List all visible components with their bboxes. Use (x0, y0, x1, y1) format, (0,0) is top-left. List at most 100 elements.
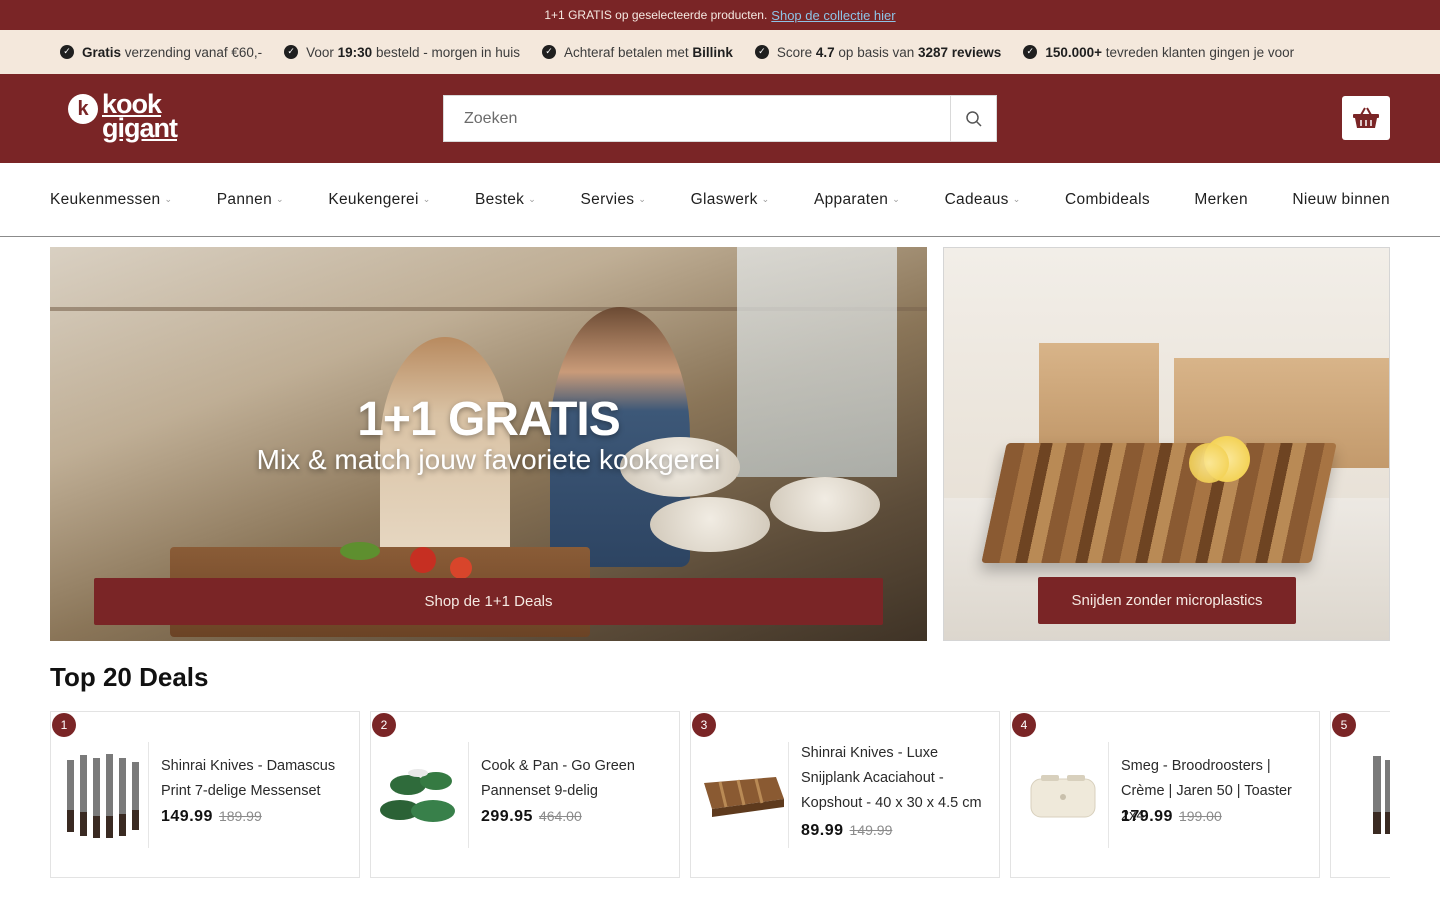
chevron-down-icon: ⌄ (276, 194, 284, 205)
nav-item-cadeaus[interactable]: Cadeaus ⌄ (945, 191, 1021, 209)
hero-banner[interactable]: 1+1 GRATIS Mix & match jouw favoriete ko… (50, 247, 927, 641)
site-header: k kook gigant (0, 74, 1440, 163)
deals-title: Top 20 Deals (50, 662, 209, 692)
nav-label: Glaswerk (690, 190, 758, 208)
check-icon: ✓ (754, 45, 769, 59)
usp-bold: 19:30 (337, 44, 373, 60)
search-input[interactable] (444, 96, 950, 141)
knife-image (1372, 756, 1390, 834)
product-price: 89.99 (801, 822, 844, 839)
cart-button[interactable] (1342, 96, 1390, 140)
usp-item-payment: ✓ Achteraf betalen met Billink (542, 45, 733, 60)
hero-cta-button[interactable]: Shop de 1+1 Deals (94, 578, 883, 625)
chevron-down-icon: ⌄ (761, 194, 770, 205)
check-icon: ✓ (60, 45, 74, 59)
chevron-down-icon: ⌄ (528, 194, 537, 205)
rank-badge: 1 (52, 713, 76, 737)
tomato-shape (450, 557, 472, 579)
usp-pre: Score (776, 44, 816, 60)
product-price: 149.99 (161, 808, 213, 825)
product-old-price: 149.99 (849, 822, 893, 838)
nav-label: Pannen (216, 190, 273, 208)
product-price: 299.95 (481, 808, 533, 825)
search-icon (965, 110, 982, 127)
product-image (1337, 742, 1390, 848)
chevron-down-icon: ⌄ (1012, 194, 1021, 205)
logo-k-icon: k (68, 94, 98, 124)
chevron-down-icon: ⌄ (892, 194, 901, 205)
search-button[interactable] (950, 96, 996, 141)
nav-item-nieuw-binnen[interactable]: Nieuw binnen (1292, 191, 1390, 209)
nav-label: Bestek (475, 190, 525, 208)
check-icon: ✓ (1023, 45, 1038, 59)
product-image (57, 742, 149, 848)
product-image (377, 742, 469, 848)
side-banner[interactable]: Snijden zonder microplastics (943, 247, 1390, 641)
nav-item-pannen[interactable]: Pannen ⌄ (217, 191, 284, 209)
nav-label: Keukengerei (328, 190, 419, 208)
usp-bold: Gratis (82, 44, 122, 60)
check-icon: ✓ (284, 45, 299, 59)
lemon-shape (1189, 443, 1229, 483)
product-image (1017, 742, 1109, 848)
nav-item-apparaten[interactable]: Apparaten ⌄ (814, 191, 900, 209)
pan-shape (650, 497, 770, 552)
usp-bar: ✓ Gratis verzending vanaf €60,- ✓ Voor 1… (0, 30, 1440, 74)
greens-shape (340, 542, 380, 560)
product-price: 179.99 (1121, 808, 1173, 825)
nav-label: Combideals (1065, 190, 1150, 208)
tomato-shape (410, 547, 436, 573)
nav-label: Keukenmessen (50, 190, 161, 208)
usp-pre: Voor (306, 44, 338, 60)
search-bar (443, 95, 997, 142)
nav-item-merken[interactable]: Merken (1194, 191, 1247, 209)
deal-card[interactable]: 1 Shinrai Knives - Damascus Print 7-deli… (50, 711, 360, 878)
nav-item-glaswerk[interactable]: Glaswerk ⌄ (691, 191, 770, 209)
usp-bold: 4.7 (815, 44, 835, 60)
nav-item-combideals[interactable]: Combideals (1065, 191, 1150, 209)
deal-card[interactable]: 4 Smeg - Broodroosters | Crème | Jaren 5… (1010, 711, 1320, 878)
side-cta-button[interactable]: Snijden zonder microplastics (1038, 577, 1296, 624)
usp-bold: Billink (692, 44, 733, 60)
hero-subtitle: Mix & match jouw favoriete kookgerei (256, 444, 721, 475)
cabinet-shape (1039, 343, 1159, 443)
product-old-price: 464.00 (538, 808, 582, 824)
nav-item-keukengerei[interactable]: Keukengerei ⌄ (328, 191, 430, 209)
usp-text: tevreden klanten gingen je voor (1102, 44, 1295, 60)
usp-mid: op basis van (834, 44, 918, 60)
pan-shape (770, 477, 880, 532)
announcement-text: 1+1 GRATIS op geselecteerde producten. (544, 8, 768, 22)
product-image (697, 742, 789, 848)
site-logo[interactable]: k kook gigant (68, 91, 178, 143)
rank-badge: 5 (1332, 713, 1356, 737)
nav-label: Apparaten (814, 190, 889, 208)
usp-bold: 150.000+ (1045, 44, 1102, 60)
announcement-link[interactable]: Shop de collectie hier (771, 8, 895, 23)
nav-label: Cadeaus (944, 190, 1009, 208)
butcher-block-image (981, 443, 1337, 563)
deal-card[interactable]: 5 (1330, 711, 1390, 878)
usp-item-customers: ✓ 150.000+ tevreden klanten gingen je vo… (1023, 45, 1294, 60)
rank-badge: 2 (372, 713, 396, 737)
rank-badge: 3 (692, 713, 716, 737)
toaster-image (1030, 775, 1095, 818)
chevron-down-icon: ⌄ (638, 194, 647, 205)
product-name: Shinrai Knives - Damascus Print 7-delige… (161, 758, 336, 799)
deals-carousel: 1 Shinrai Knives - Damascus Print 7-deli… (50, 711, 1390, 878)
product-name: Cook & Pan - Go Green Pannenset 9-delig (481, 758, 635, 799)
usp-item-shipping: ✓ Gratis verzending vanaf €60,- (60, 45, 262, 60)
usp-bold-reviews: 3287 reviews (917, 44, 1002, 60)
pan-set-image (379, 769, 455, 822)
deal-card[interactable]: 2 Cook & Pan - Go Green Pannenset 9-deli… (370, 711, 680, 878)
check-icon: ✓ (542, 45, 557, 59)
logo-line-2: gigant (102, 113, 178, 143)
nav-item-keukenmessen[interactable]: Keukenmessen ⌄ (50, 191, 172, 209)
announcement-bar: 1+1 GRATIS op geselecteerde producten. S… (0, 0, 1440, 30)
deal-card[interactable]: 3 Shinrai Knives - Luxe Snijplank Acacia… (690, 711, 1000, 878)
nav-item-servies[interactable]: Servies ⌄ (581, 191, 647, 209)
product-name: Shinrai Knives - Luxe Snijplank Acaciaho… (801, 745, 982, 811)
nav-item-bestek[interactable]: Bestek ⌄ (475, 191, 536, 209)
hero-title: 1+1 GRATIS (357, 393, 621, 446)
basket-icon (1353, 107, 1379, 128)
nav-label: Servies (580, 190, 635, 208)
